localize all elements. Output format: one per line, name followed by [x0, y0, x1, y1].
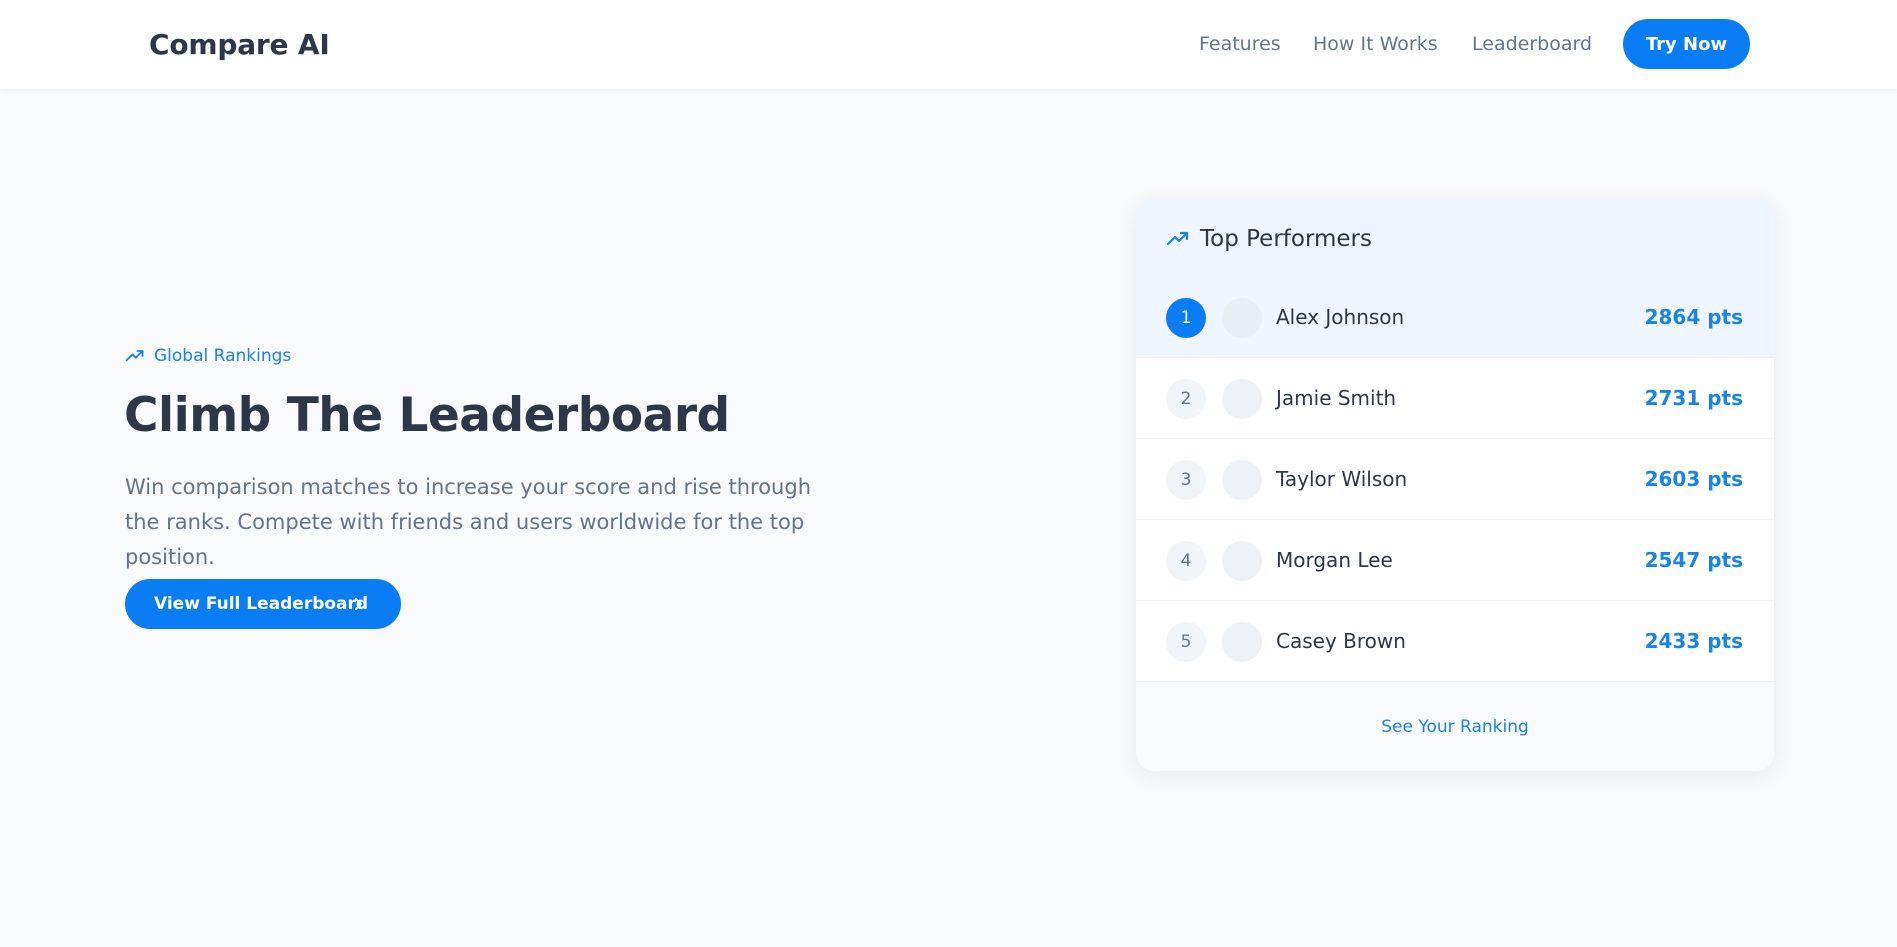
player-name: Jamie Smith: [1276, 386, 1397, 410]
player-score: 2603 pts: [1644, 467, 1743, 491]
hero-eyebrow-label: Global Rankings: [154, 346, 292, 366]
leaderboard-row[interactable]: 5 Casey Brown 2433 pts: [1136, 601, 1774, 682]
avatar: [1222, 622, 1262, 662]
player-score: 2864 pts: [1644, 305, 1743, 329]
player-score: 2433 pts: [1644, 629, 1743, 653]
avatar: [1222, 379, 1262, 419]
view-full-leaderboard-label: View Full Leaderboard: [154, 594, 369, 614]
nav-link-leaderboard[interactable]: Leaderboard: [1472, 33, 1592, 55]
card-footer: See Your Ranking: [1136, 682, 1774, 771]
hero-description: Win comparison matches to increase your …: [125, 475, 812, 569]
player-score: 2547 pts: [1644, 548, 1743, 572]
trending-up-icon: [1166, 231, 1189, 245]
player-name: Alex Johnson: [1276, 305, 1405, 329]
avatar: [1222, 298, 1262, 338]
rank-badge: 4: [1166, 541, 1206, 581]
leaderboard-row[interactable]: 4 Morgan Lee 2547 pts: [1136, 520, 1774, 601]
nav-link-features[interactable]: Features: [1199, 33, 1281, 55]
leaderboard-row[interactable]: 3 Taylor Wilson 2603 pts: [1136, 439, 1774, 520]
card-header: Top Performers: [1136, 200, 1774, 277]
see-your-ranking-link[interactable]: See Your Ranking: [1381, 717, 1529, 737]
view-full-leaderboard-button[interactable]: View Full Leaderboard: [125, 579, 401, 629]
try-now-button[interactable]: Try Now: [1623, 19, 1750, 69]
top-performers-card: Top Performers 1 Alex Johnson 2864 pts 2…: [1136, 200, 1774, 771]
player-score: 2731 pts: [1644, 386, 1743, 410]
player-name: Morgan Lee: [1276, 548, 1393, 572]
avatar: [1222, 460, 1262, 500]
player-name: Casey Brown: [1276, 629, 1406, 653]
hero-title: Climb The Leaderboard: [124, 388, 730, 443]
avatar: [1222, 541, 1262, 581]
brand-logo[interactable]: Compare AI: [149, 28, 330, 61]
chevron-right-icon: [355, 598, 362, 610]
nav-link-how-it-works[interactable]: How It Works: [1313, 33, 1438, 55]
player-name: Taylor Wilson: [1276, 467, 1408, 491]
card-title: Top Performers: [1200, 225, 1372, 252]
trending-up-icon: [125, 350, 144, 362]
leaderboard-row[interactable]: 1 Alex Johnson 2864 pts: [1136, 277, 1774, 358]
leaderboard-row[interactable]: 2 Jamie Smith 2731 pts: [1136, 358, 1774, 439]
rank-badge: 5: [1166, 622, 1206, 662]
hero-eyebrow: Global Rankings: [125, 346, 291, 366]
top-navbar: Compare AI Features How It Works Leaderb…: [0, 0, 1897, 89]
rank-badge: 2: [1166, 379, 1206, 419]
rank-badge: 1: [1166, 298, 1206, 338]
rank-badge: 3: [1166, 460, 1206, 500]
